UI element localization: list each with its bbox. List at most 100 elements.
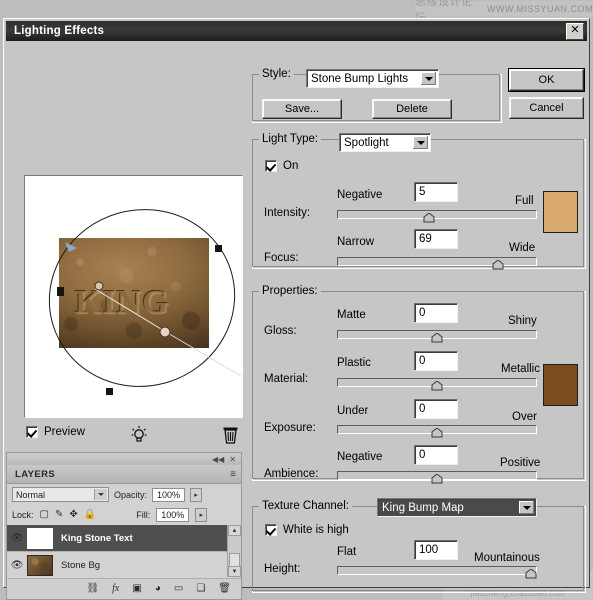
opacity-field[interactable]: 100% xyxy=(152,487,186,502)
lock-image-icon[interactable]: ✎ xyxy=(55,510,63,520)
white-is-high-row[interactable]: White is high xyxy=(265,524,349,536)
material-min-label: Plastic xyxy=(337,357,371,369)
panel-menu-icon[interactable]: ≡ xyxy=(230,469,236,480)
exposure-slider[interactable] xyxy=(337,425,537,438)
list-item[interactable]: 👁 King Stone Text xyxy=(7,525,241,552)
light-center-handle[interactable] xyxy=(159,326,171,338)
cancel-button[interactable]: Cancel xyxy=(509,97,584,119)
gloss-min-label: Matte xyxy=(337,309,366,321)
light-axis-line xyxy=(94,288,167,333)
lock-all-icon[interactable]: 🔒 xyxy=(84,510,96,520)
focus-min-label: Narrow xyxy=(337,236,375,248)
layer-thumbnail[interactable] xyxy=(27,554,53,576)
gloss-value-field[interactable]: 0 xyxy=(414,303,458,323)
link-layers-icon[interactable]: ⛓ xyxy=(86,584,99,594)
material-slider[interactable] xyxy=(337,378,537,391)
intensity-slider-thumb[interactable] xyxy=(423,213,435,223)
ambience-min-label: Negative xyxy=(337,451,383,463)
lighting-preview-canvas[interactable]: KING xyxy=(24,175,243,418)
height-slider-track xyxy=(337,566,537,575)
preview-checkbox[interactable] xyxy=(26,426,38,438)
style-dropdown[interactable]: Stone Bump Lights xyxy=(306,69,439,88)
light-ellipse[interactable] xyxy=(28,188,243,408)
opacity-stepper[interactable]: ▸ xyxy=(190,487,203,502)
height-slider-thumb[interactable] xyxy=(525,569,537,579)
ellipse-handle-sw[interactable] xyxy=(106,388,113,395)
material-slider-thumb[interactable] xyxy=(431,381,443,391)
light-on-row[interactable]: On xyxy=(265,160,298,172)
chevron-down-icon[interactable] xyxy=(413,136,428,149)
material-label: Material: xyxy=(264,373,309,385)
layers-scrollbar[interactable]: ▲ ▼ xyxy=(227,525,241,577)
intensity-slider-track xyxy=(337,210,537,219)
light-type-dropdown-value: Spotlight xyxy=(344,136,389,149)
scroll-up-button[interactable]: ▲ xyxy=(228,525,241,536)
blend-mode-dropdown[interactable]: Normal xyxy=(12,487,109,502)
chevron-down-icon[interactable] xyxy=(519,501,534,514)
ambience-value-field[interactable]: 0 xyxy=(414,445,458,465)
light-on-label: On xyxy=(283,160,299,172)
lock-transparent-icon[interactable]: ▢ xyxy=(40,510,49,520)
fill-stepper[interactable]: ▸ xyxy=(195,508,208,522)
focus-slider-thumb[interactable] xyxy=(492,260,504,270)
chevron-down-icon[interactable] xyxy=(421,72,436,85)
texture-channel-dropdown[interactable]: King Bump Map xyxy=(377,498,537,517)
layer-thumbnail[interactable] xyxy=(27,527,53,549)
focus-slider-track xyxy=(337,257,537,266)
ambience-slider-thumb[interactable] xyxy=(431,474,443,484)
light-bulb-icon[interactable] xyxy=(130,425,148,444)
trash-icon[interactable] xyxy=(222,424,239,444)
tab-layers[interactable]: LAYERS ≡ xyxy=(7,465,241,484)
preview-checkbox-row[interactable]: Preview xyxy=(26,426,85,438)
material-value-field[interactable]: 0 xyxy=(414,351,458,371)
close-icon[interactable]: ✕ xyxy=(566,23,584,40)
ambience-max-label: Positive xyxy=(500,457,541,469)
chevron-down-icon[interactable] xyxy=(94,489,107,500)
blend-mode-value: Normal xyxy=(16,489,46,500)
layers-list: 👁 King Stone Text 👁 Stone Bg King king t… xyxy=(7,525,241,577)
blend-opacity-row: Normal Opacity: 100% ▸ xyxy=(7,484,241,505)
new-group-icon[interactable]: ▭ xyxy=(174,584,183,594)
light-color-swatch[interactable] xyxy=(543,191,578,233)
material-color-swatch[interactable] xyxy=(543,364,578,406)
fill-label: Fill: xyxy=(136,510,151,520)
delete-layer-icon[interactable]: 🗑 xyxy=(218,584,231,594)
light-ellipse-overlay[interactable] xyxy=(25,176,243,418)
fill-field[interactable]: 100% xyxy=(156,508,190,522)
lock-position-icon[interactable]: ✥ xyxy=(69,510,77,520)
focus-slider[interactable] xyxy=(337,257,537,270)
scroll-down-button[interactable]: ▼ xyxy=(228,566,241,577)
gloss-slider[interactable] xyxy=(337,330,537,343)
exposure-slider-thumb[interactable] xyxy=(431,428,443,438)
ambience-slider[interactable] xyxy=(337,471,537,484)
ellipse-handle-ne[interactable] xyxy=(215,245,222,252)
delete-style-button[interactable]: Delete xyxy=(372,99,452,119)
ok-button[interactable]: OK xyxy=(508,68,585,92)
height-slider[interactable] xyxy=(337,566,537,579)
collapse-icon[interactable]: ◀◀ xyxy=(212,455,224,464)
ellipse-handle-w[interactable] xyxy=(57,287,64,296)
light-type-dropdown[interactable]: Spotlight xyxy=(339,133,431,152)
add-mask-icon[interactable]: ▣ xyxy=(132,584,141,594)
height-value-field[interactable]: 100 xyxy=(414,540,458,560)
eye-icon[interactable]: 👁 xyxy=(7,560,27,571)
intensity-value-field[interactable]: 5 xyxy=(414,182,458,202)
add-style-icon[interactable]: fx xyxy=(112,584,119,594)
dialog-title: Lighting Effects xyxy=(14,25,105,37)
preview-label: Preview xyxy=(44,426,85,438)
eye-icon[interactable]: 👁 xyxy=(7,533,27,544)
layer-name: Stone Bg xyxy=(61,559,101,571)
intensity-slider[interactable] xyxy=(337,210,537,223)
close-icon[interactable]: ✕ xyxy=(229,455,236,464)
adjustment-layer-icon[interactable]: ◕ xyxy=(155,584,161,594)
focus-value-field[interactable]: 69 xyxy=(414,229,458,249)
new-layer-icon[interactable]: ❏ xyxy=(196,584,205,594)
light-on-checkbox[interactable] xyxy=(265,160,277,172)
save-style-button[interactable]: Save... xyxy=(262,99,342,119)
gloss-slider-thumb[interactable] xyxy=(431,333,443,343)
scrollbar-thumb[interactable] xyxy=(229,553,240,567)
light-source-handle[interactable] xyxy=(94,281,104,291)
exposure-value-field[interactable]: 0 xyxy=(414,399,458,419)
list-item[interactable]: 👁 Stone Bg xyxy=(7,552,241,577)
white-is-high-checkbox[interactable] xyxy=(265,524,277,536)
